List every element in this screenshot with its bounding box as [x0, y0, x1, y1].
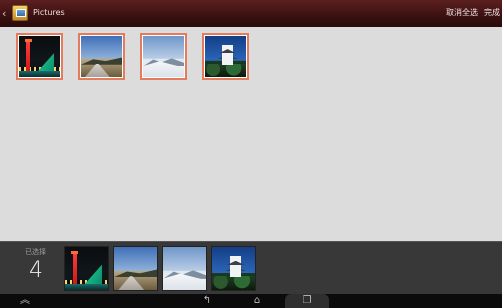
selected-count: 4	[29, 258, 43, 283]
back-chevron-icon[interactable]: ‹	[2, 6, 12, 21]
grid-item-castle[interactable]	[202, 33, 249, 80]
page-title: Pictures	[33, 8, 65, 17]
night-harbor-photo	[19, 36, 60, 77]
grid-item-snowy-mountain[interactable]	[140, 33, 187, 80]
home-icon[interactable]: ⌂	[250, 295, 264, 307]
tray-thumb-mountain-road[interactable]	[113, 246, 158, 291]
action-bar: ‹ Pictures 取消全选 完成	[0, 0, 502, 27]
tray-thumb-night-harbor[interactable]	[64, 246, 109, 291]
mountain-road-photo	[81, 36, 122, 77]
photo-grid	[0, 27, 502, 241]
tray-thumb-castle[interactable]	[211, 246, 256, 291]
back-icon[interactable]: ↰	[200, 295, 214, 307]
recent-apps-icon[interactable]: ❐	[300, 295, 314, 307]
selection-tray: 已选择 4	[0, 241, 502, 295]
home-up-icon[interactable]: ︽	[18, 295, 32, 307]
done-button[interactable]: 完成	[484, 7, 502, 19]
pictures-folder-icon[interactable]	[12, 5, 28, 21]
deselect-all-button[interactable]: 取消全选	[446, 7, 480, 19]
snowy-mountain-photo	[143, 36, 184, 77]
selected-label: 已选择	[25, 248, 46, 256]
grid-item-night-harbor[interactable]	[16, 33, 63, 80]
system-nav-bar: ︽ ↰ ⌂ ❐	[0, 294, 502, 308]
tray-thumb-snowy-mountain[interactable]	[162, 246, 207, 291]
castle-photo	[205, 36, 246, 77]
grid-item-mountain-road[interactable]	[78, 33, 125, 80]
